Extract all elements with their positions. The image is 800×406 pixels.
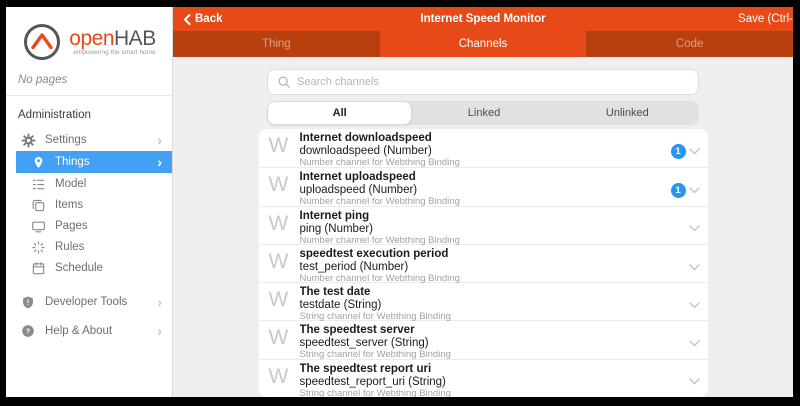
channel-id: ping (Number) <box>300 223 671 235</box>
channel-title: The test date <box>300 286 671 299</box>
channel-row[interactable]: W speedtest execution period test_period… <box>259 244 708 282</box>
top-bar: Back Internet Speed Monitor Save (Ctrl- <box>173 7 793 31</box>
channel-row[interactable]: W Internet downloadspeed downloadspeed (… <box>259 129 708 167</box>
rules-icon <box>30 239 46 255</box>
sidebar-item-settings[interactable]: Settings › <box>6 130 172 150</box>
channel-title: Internet ping <box>300 210 671 223</box>
filter-segmented-control: AllLinkedUnlinked <box>267 101 699 125</box>
app-window: openHAB empowering the smart home No pag… <box>6 7 793 397</box>
channel-kind-icon: W <box>269 213 300 244</box>
tab-thing[interactable]: Thing <box>173 31 380 57</box>
channel-description: Number channel for Webthing Binding <box>300 157 671 168</box>
back-label: Back <box>195 13 223 25</box>
sidebar-item-developer-tools[interactable]: Developer Tools › <box>6 288 172 316</box>
chevron-down-icon <box>689 148 700 155</box>
chevron-down-icon <box>689 264 700 271</box>
chevron-right-icon: › <box>157 155 162 169</box>
svg-text:?: ? <box>26 327 31 336</box>
filter-linked[interactable]: Linked <box>412 101 555 125</box>
channel-row[interactable]: W Internet ping ping (Number) Number cha… <box>259 206 708 244</box>
sidebar-nav: Settings › Things › Model › Items › Page… <box>6 130 172 279</box>
channel-id: downloadspeed (Number) <box>300 145 671 157</box>
openhab-logo-icon <box>22 22 62 62</box>
search-icon <box>277 75 291 89</box>
chevron-left-icon <box>183 14 191 25</box>
openhab-logo[interactable]: openHAB empowering the smart home <box>6 7 172 68</box>
chevron-down-icon <box>689 187 700 194</box>
tab-bar: ThingChannelsCode <box>173 31 793 57</box>
shield-icon <box>20 294 36 310</box>
gear-icon <box>20 132 36 148</box>
page-title: Internet Speed Monitor <box>173 13 793 25</box>
chevron-down-icon <box>689 340 700 347</box>
chevron-down-icon <box>689 302 700 309</box>
linked-count-badge[interactable]: 1 <box>671 144 686 159</box>
main-area: Back Internet Speed Monitor Save (Ctrl- … <box>173 7 793 397</box>
model-icon <box>30 176 46 192</box>
sidebar-item-pages[interactable]: Pages › <box>6 216 172 236</box>
sidebar-item-help-about[interactable]: ? Help & About › <box>6 317 172 345</box>
chevron-down-icon <box>689 378 700 385</box>
channel-row[interactable]: W The speedtest report uri speedtest_rep… <box>259 359 708 397</box>
channel-title: The speedtest server <box>300 324 671 337</box>
search-input[interactable] <box>297 76 689 88</box>
chevron-right-icon: › <box>157 133 162 147</box>
sidebar-item-model[interactable]: Model › <box>6 174 172 194</box>
channel-kind-icon: W <box>269 251 300 282</box>
sidebar-section-administration: Administration <box>6 96 172 130</box>
linked-count-badge[interactable]: 1 <box>671 183 686 198</box>
channel-kind-icon: W <box>269 174 300 205</box>
channel-title: Internet uploadspeed <box>300 171 671 184</box>
sidebar-item-rules[interactable]: Rules › <box>6 237 172 257</box>
channel-id: speedtest_server (String) <box>300 337 671 349</box>
sidebar-item-things[interactable]: Things › <box>16 151 172 173</box>
sidebar-item-items[interactable]: Items › <box>6 195 172 215</box>
chevron-right-icon: › <box>157 324 162 338</box>
back-button[interactable]: Back <box>183 13 223 25</box>
schedule-icon <box>30 260 46 276</box>
save-button[interactable]: Save (Ctrl- <box>738 13 793 25</box>
channel-list: W Internet downloadspeed downloadspeed (… <box>259 129 708 397</box>
channel-id: uploadspeed (Number) <box>300 184 671 196</box>
tab-channels[interactable]: Channels <box>380 31 587 57</box>
channel-id: speedtest_report_uri (String) <box>300 376 671 388</box>
channel-description: String channel for Webthing Binding <box>300 388 671 397</box>
content-area: AllLinkedUnlinked W Internet downloadspe… <box>173 57 793 397</box>
pages-icon <box>30 218 46 234</box>
channel-title: The speedtest report uri <box>300 363 671 376</box>
channel-id: test_period (Number) <box>300 261 671 273</box>
pin-icon <box>30 154 46 170</box>
channel-kind-icon: W <box>269 366 300 397</box>
channel-kind-icon: W <box>269 289 300 320</box>
tab-code[interactable]: Code <box>586 31 793 57</box>
chevron-down-icon <box>689 225 700 232</box>
brand-tagline: empowering the smart home <box>69 49 155 56</box>
no-pages-label: No pages <box>6 68 172 96</box>
filter-unlinked[interactable]: Unlinked <box>556 101 699 125</box>
channel-row[interactable]: W The speedtest server speedtest_server … <box>259 320 708 358</box>
channel-kind-icon: W <box>269 327 300 358</box>
filter-all[interactable]: All <box>267 101 412 125</box>
brand-name: openHAB <box>69 28 155 49</box>
chevron-right-icon: › <box>157 295 162 309</box>
sidebar: openHAB empowering the smart home No pag… <box>6 7 173 397</box>
sidebar-item-schedule[interactable]: Schedule › <box>6 258 172 278</box>
sidebar-footer-nav: Developer Tools › ? Help & About › <box>6 288 172 346</box>
help-circle-icon: ? <box>20 323 36 339</box>
channel-kind-icon: W <box>269 135 300 167</box>
channel-row[interactable]: W The test date testdate (String) String… <box>259 282 708 320</box>
channel-title: Internet downloadspeed <box>300 132 671 145</box>
channel-row[interactable]: W Internet uploadspeed uploadspeed (Numb… <box>259 167 708 205</box>
channel-id: testdate (String) <box>300 299 671 311</box>
channel-title: speedtest execution period <box>300 248 671 261</box>
search-bar <box>267 69 699 95</box>
items-icon <box>30 197 46 213</box>
